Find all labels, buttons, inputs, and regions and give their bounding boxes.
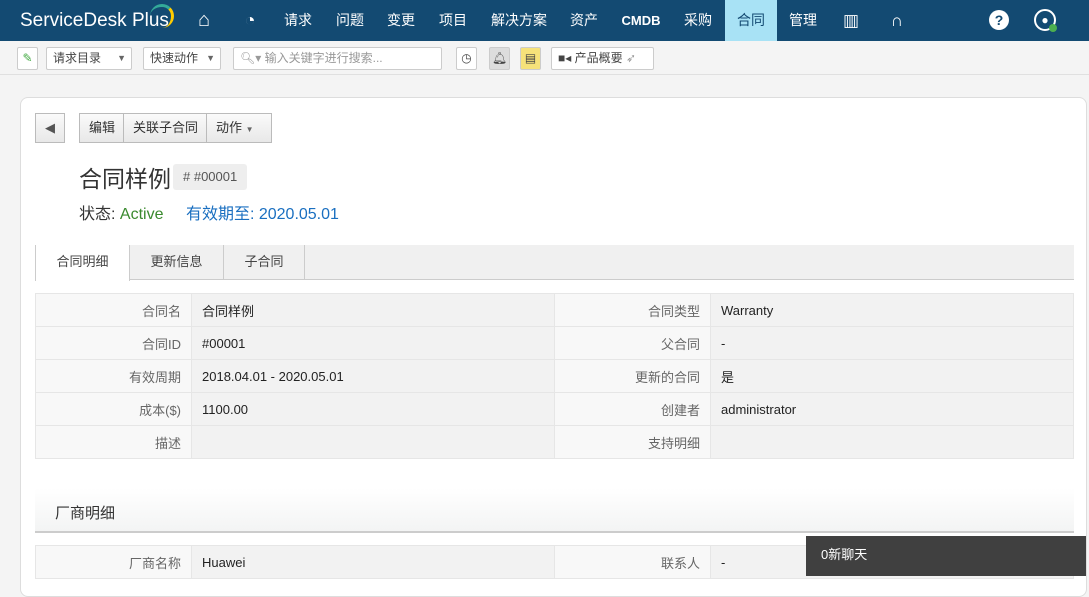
new-request-icon[interactable]: ✎ [17, 47, 38, 70]
field-label: 更新的合同 [554, 359, 711, 393]
video-icon: ■◂ [558, 51, 572, 65]
expiry-value: 2020.05.01 [258, 206, 339, 223]
field-label: 合同ID [35, 326, 192, 360]
status-value: Active [119, 206, 164, 223]
field-label: 描述 [35, 425, 192, 459]
product-overview-label: 产品概要 [574, 51, 623, 65]
field-value: - [710, 326, 1074, 360]
reports-icon[interactable]: ▥ [838, 0, 864, 41]
chat-bar[interactable]: 0新聊天 [806, 536, 1086, 576]
field-value: 1100.00 [191, 392, 555, 426]
top-nav: ServiceDesk Plus ⌂ ◔ 请求 问题 变更 项目 解决方案 资产… [0, 0, 1089, 41]
field-label: 创建者 [554, 392, 711, 426]
help-icon[interactable]: ? [989, 10, 1009, 30]
nav-projects[interactable]: 项目 [430, 0, 476, 41]
chevron-down-icon: ▼ [245, 125, 254, 134]
field-value: #00001 [191, 326, 555, 360]
nav-admin[interactable]: 管理 [780, 0, 826, 41]
field-value: 2018.04.01 - 2020.05.01 [191, 359, 555, 393]
field-value [191, 425, 555, 459]
dashboard-icon[interactable]: ◔ [236, 0, 264, 41]
tab-renewal-info[interactable]: 更新信息 [130, 245, 224, 280]
status-label: 状态: [79, 206, 116, 223]
toolbar: ✎ 请求目录 ▼ 快速动作 ▼ 🔍︎▾ 输入关键字进行搜索... ◷ 🔔︎ ▤ ■◂… [0, 41, 1089, 75]
field-value: administrator [710, 392, 1074, 426]
back-button[interactable]: ◀ [35, 113, 65, 143]
online-status-icon [1049, 24, 1057, 32]
search-placeholder: 输入关键字进行搜索... [264, 51, 383, 65]
search-input[interactable]: 🔍︎▾ 输入关键字进行搜索... [233, 47, 442, 70]
nav-contracts[interactable]: 合同 [725, 0, 777, 41]
field-label: 成本($) [35, 392, 192, 426]
field-label: 父合同 [554, 326, 711, 360]
field-label: 支持明细 [554, 425, 711, 459]
nav-purchase[interactable]: 采购 [675, 0, 721, 41]
chevron-down-icon: ▼ [206, 53, 215, 63]
field-label: 厂商名称 [35, 545, 192, 579]
logo-text: ServiceDesk [20, 10, 127, 31]
nav-requests[interactable]: 请求 [275, 0, 321, 41]
table-row: 合同名 合同样例 合同类型 Warranty [35, 293, 1074, 327]
field-value: Warranty [710, 293, 1074, 327]
vendor-section-title: 厂商明细 [35, 488, 1074, 533]
field-label: 联系人 [554, 545, 711, 579]
bell-icon[interactable]: 🔔︎ [489, 47, 510, 70]
expiry-label: 有效期至: [185, 206, 255, 223]
clipboard-icon[interactable]: ▤ [520, 47, 541, 70]
headset-icon[interactable]: ∩ [884, 0, 910, 41]
quick-actions-dropdown[interactable]: 快速动作 ▼ [143, 47, 221, 70]
actions-label: 动作 [216, 120, 243, 135]
logo-arc-icon [150, 4, 174, 28]
logo[interactable]: ServiceDesk Plus [20, 10, 169, 32]
request-catalog-dropdown[interactable]: 请求目录 ▼ [46, 47, 132, 70]
field-label: 有效周期 [35, 359, 192, 393]
field-value: 合同样例 [191, 293, 555, 327]
edit-button[interactable]: 编辑 [79, 113, 126, 143]
contract-details-table: 合同名 合同样例 合同类型 Warranty 合同ID #00001 父合同 - 有效周期 201… [35, 293, 1074, 459]
rocket-icon: ➶ [625, 51, 637, 65]
home-icon[interactable]: ⌂ [190, 0, 218, 41]
link-child-contract-button[interactable]: 关联子合同 [123, 113, 209, 143]
field-value: 是 [710, 359, 1074, 393]
field-label: 合同类型 [554, 293, 711, 327]
field-value [710, 425, 1074, 459]
page-title: 合同样例 [79, 166, 171, 192]
search-icon: 🔍︎▾ [240, 51, 262, 65]
tab-bar: 合同明细 更新信息 子合同 [35, 245, 1074, 281]
table-row: 描述 支持明细 [35, 425, 1074, 459]
quick-actions-label: 快速动作 [150, 51, 199, 65]
table-row: 有效周期 2018.04.01 - 2020.05.01 更新的合同是 [35, 359, 1074, 393]
table-row: 成本($) 1100.00 创建者 administrator [35, 392, 1074, 426]
actions-dropdown[interactable]: 动作 ▼ [206, 113, 272, 143]
contract-id-badge: # #00001 [173, 164, 248, 190]
nav-changes[interactable]: 变更 [378, 0, 424, 41]
chevron-down-icon: ▼ [117, 53, 126, 63]
request-catalog-label: 请求目录 [53, 51, 102, 65]
table-row: 合同ID #00001 父合同 - [35, 326, 1074, 360]
nav-assets[interactable]: 资产 [561, 0, 607, 41]
field-label: 合同名 [35, 293, 192, 327]
product-overview-button[interactable]: ■◂ 产品概要 ➶ [551, 47, 654, 70]
history-icon[interactable]: ◷ [456, 47, 477, 70]
nav-solutions[interactable]: 解决方案 [484, 0, 554, 41]
nav-cmdb[interactable]: CMDB [614, 0, 668, 41]
nav-problems[interactable]: 问题 [327, 0, 373, 41]
field-value: Huawei [191, 545, 555, 579]
tab-child-contracts[interactable]: 子合同 [224, 245, 305, 280]
contract-detail-card: ◀ 编辑 关联子合同 动作 ▼ 合同样例 # #00001 状态: Active… [20, 97, 1087, 597]
tab-contract-details[interactable]: 合同明细 [35, 245, 130, 281]
